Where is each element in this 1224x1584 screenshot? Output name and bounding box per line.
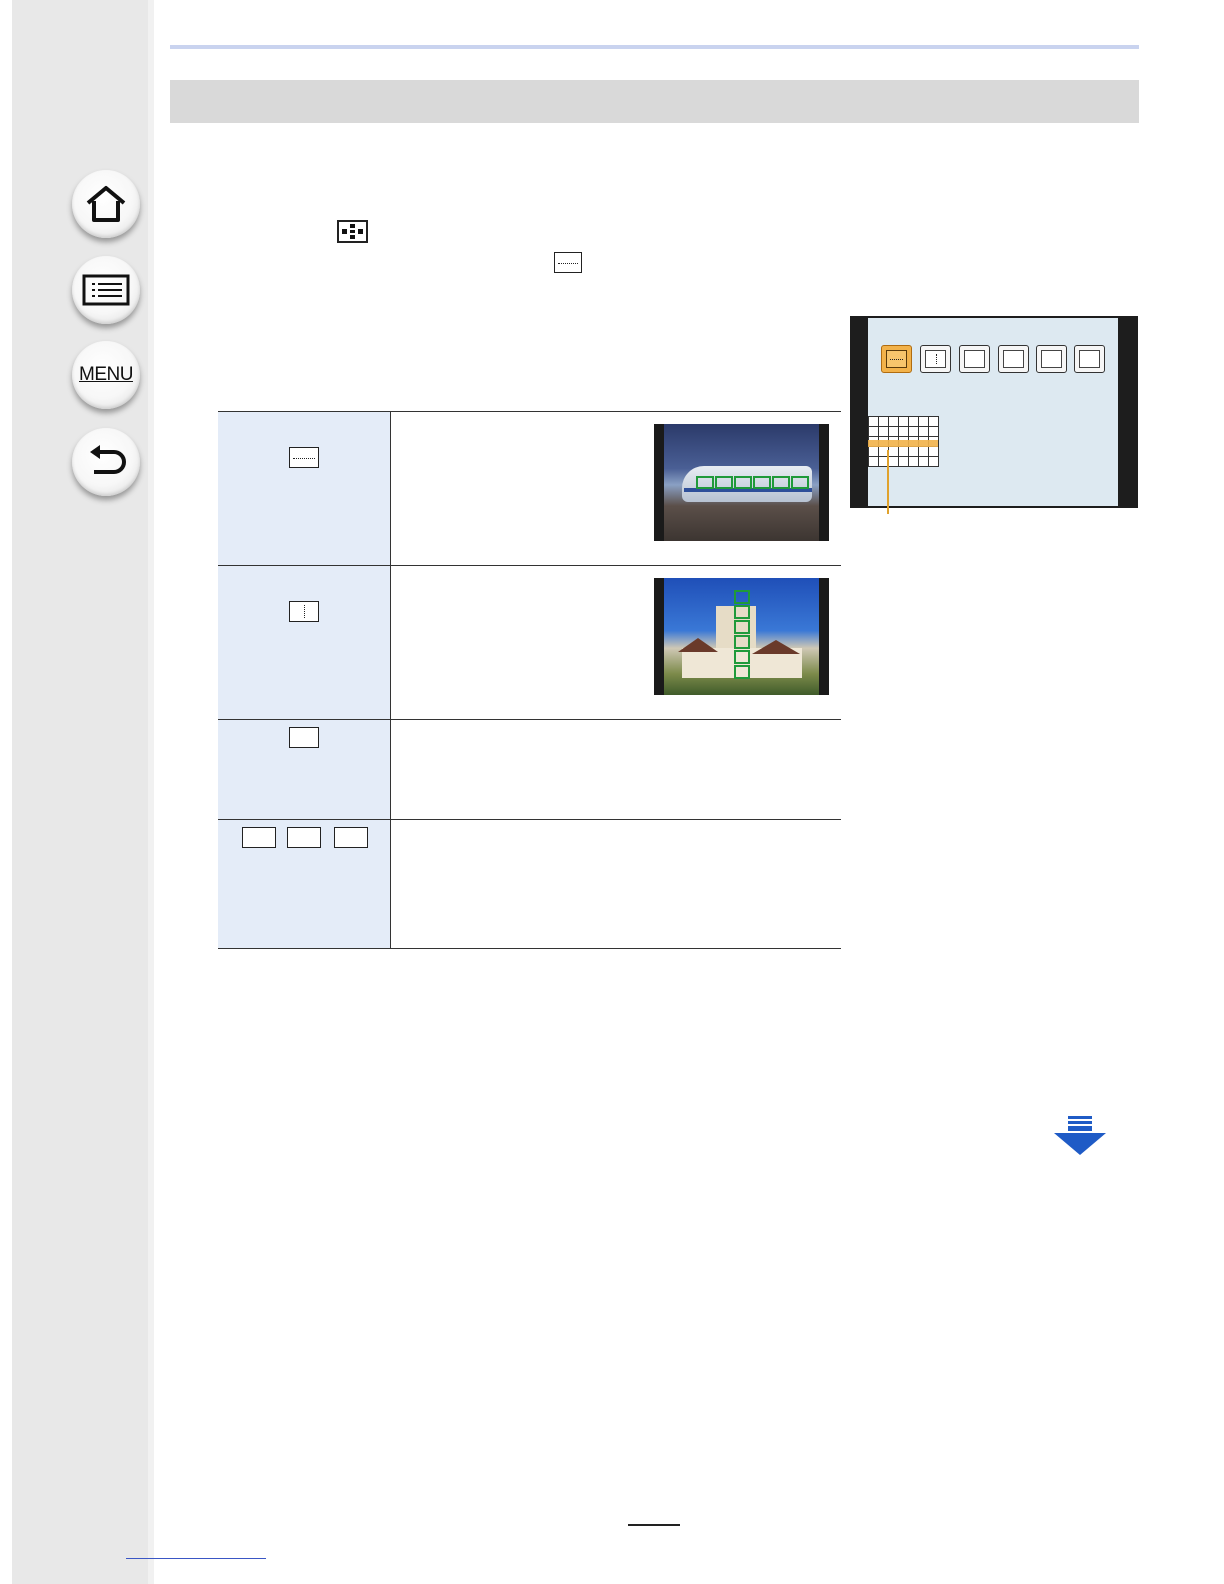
table-row-icon-cell: [218, 412, 391, 565]
sidebar: [12, 0, 154, 1584]
building-photo: [654, 578, 829, 695]
af-area-selected-row: [868, 440, 938, 447]
vertical-pattern-icon: [289, 601, 319, 622]
next-page-arrow-icon[interactable]: [1054, 1116, 1106, 1156]
custom-3-icon: [334, 827, 368, 848]
custom-2-icon[interactable]: [998, 345, 1029, 373]
custom-1-icon: [242, 827, 276, 848]
horizontal-pattern-icon[interactable]: [881, 345, 912, 373]
menu-label: MENU: [79, 364, 133, 385]
custom-single-icon: [289, 727, 319, 748]
table-row-icon-cell: [218, 566, 391, 719]
callout-line: [887, 450, 889, 514]
custom-1-icon[interactable]: [959, 345, 990, 373]
header-rule: [170, 45, 1139, 49]
table-row-icon-cell: [218, 720, 391, 819]
custom-2-icon: [287, 827, 321, 848]
page-number-rule: [628, 1524, 680, 1526]
horizontal-pattern-icon: [554, 252, 582, 273]
table-row: [218, 411, 841, 565]
camera-screen-display: [868, 318, 1118, 506]
table-row: [218, 819, 841, 948]
back-arrow-icon: [90, 445, 126, 474]
back-button[interactable]: [72, 428, 140, 496]
home-icon: [86, 186, 126, 222]
footer-link-underline[interactable]: [126, 1558, 266, 1559]
train-photo: [654, 424, 829, 541]
contents-list-icon: [82, 274, 130, 306]
af-pattern-icon: [337, 220, 368, 243]
section-title-bar: [170, 80, 1139, 123]
table-row: [218, 719, 841, 819]
vertical-pattern-icon[interactable]: [920, 345, 951, 373]
home-button[interactable]: [72, 170, 140, 238]
table-row-icon-cell: [218, 820, 391, 948]
contents-button[interactable]: [72, 256, 140, 324]
menu-button[interactable]: MENU: [72, 341, 140, 409]
custom-3-icon[interactable]: [1036, 345, 1067, 373]
table-bottom-border: [218, 948, 841, 949]
horizontal-pattern-icon: [289, 447, 319, 468]
custom-4-icon[interactable]: [1074, 345, 1105, 373]
camera-screen: [850, 316, 1138, 508]
table-row: [218, 565, 841, 719]
